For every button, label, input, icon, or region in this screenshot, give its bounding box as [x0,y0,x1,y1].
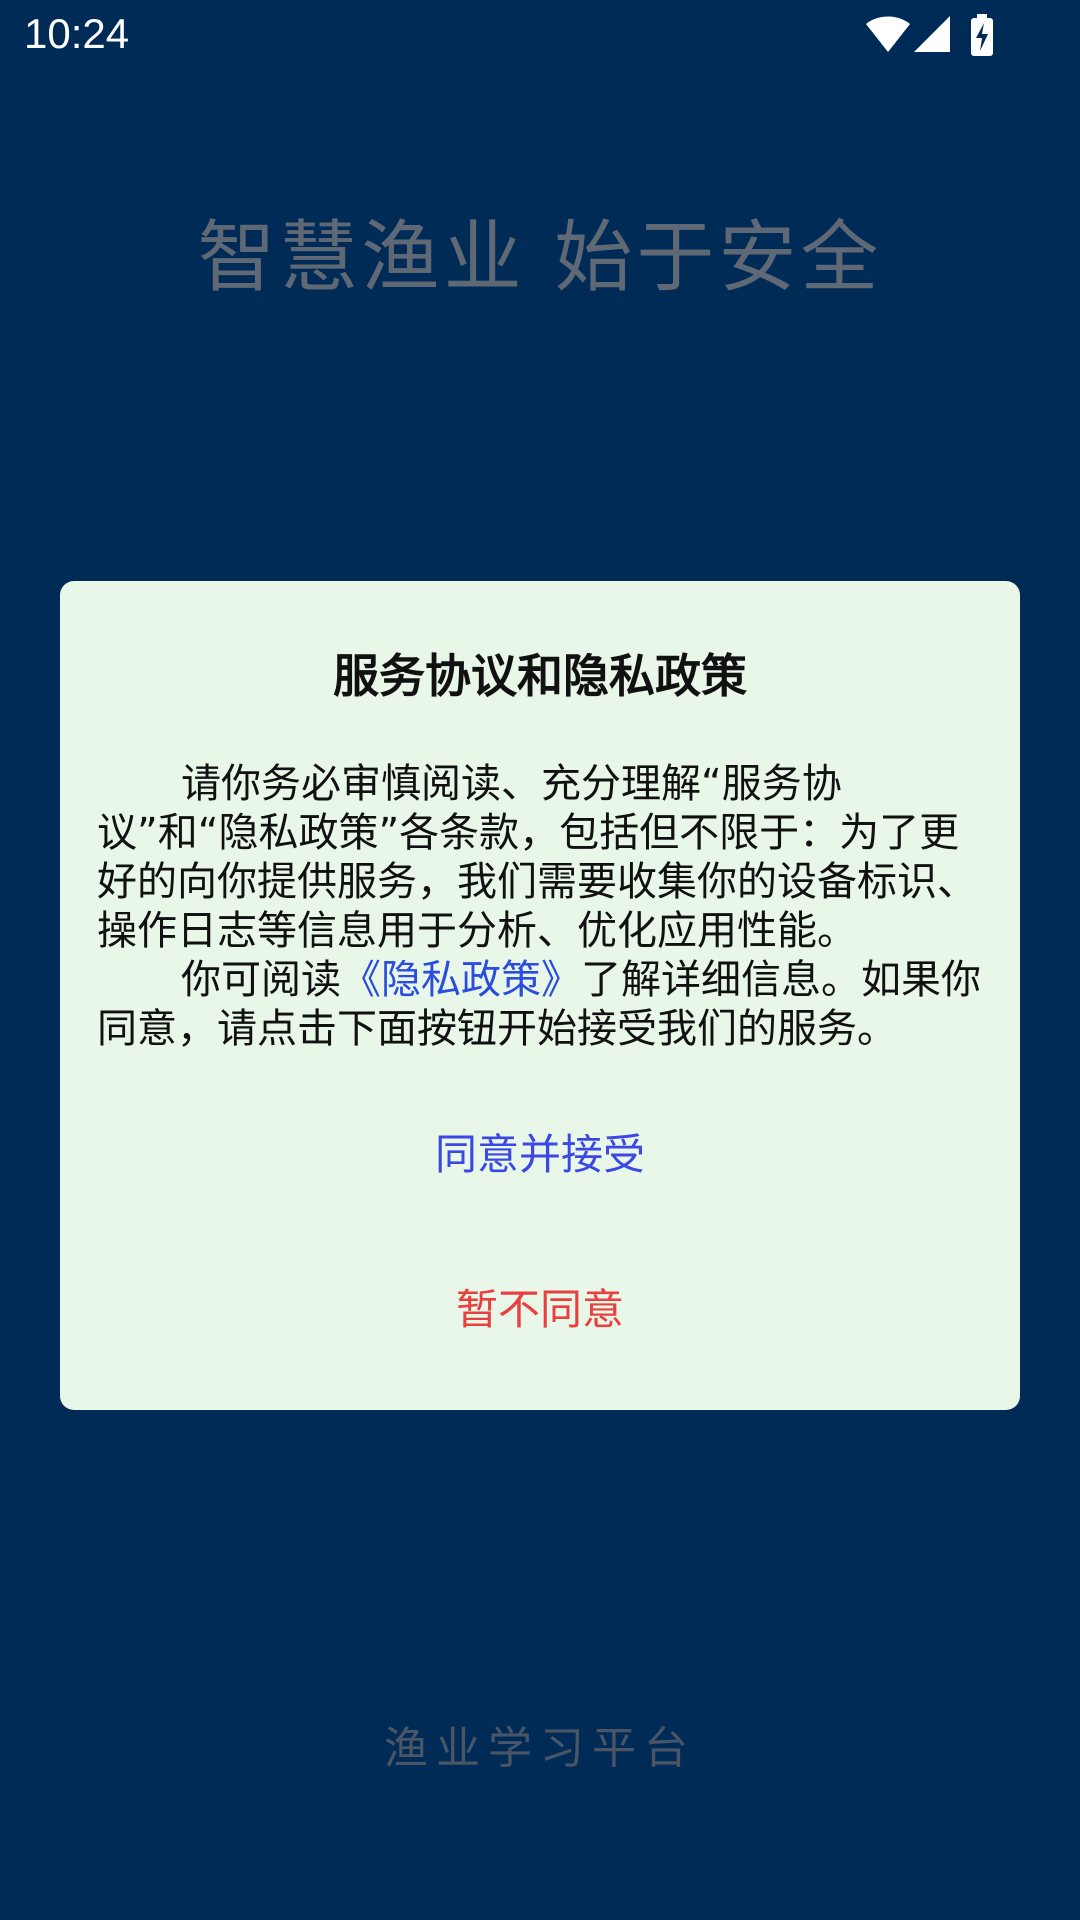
dialog-paragraph-2: 你可阅读《隐私政策》了解详细信息。如果你同意，请点击下面按钮开始接受我们的服务。 [97,956,987,1054]
cellular-signal-icon [914,16,950,52]
app-name-footer: 渔业学习平台 [384,1723,696,1774]
disagree-button[interactable]: 暂不同意 [340,1275,740,1345]
paragraph-2-prefix: 你可阅读 [181,957,341,1003]
status-bar: 10:24 [0,0,1080,72]
status-icons [860,14,1010,58]
dialog-title: 服务协议和隐私政策 [333,649,747,703]
agree-accept-button[interactable]: 同意并接受 [340,1120,740,1190]
privacy-policy-link[interactable]: 《隐私政策》 [341,957,581,1003]
dialog-paragraph-1: 请你务必审慎阅读、充分理解“服务协议”和“隐私政策”各条款，包括但不限于：为了更… [97,761,977,954]
splash-slogan: 智慧渔业 始于安全 [197,213,883,303]
battery-charging-icon [971,14,993,56]
status-time: 10:24 [24,10,130,57]
dialog-body: 请你务必审慎阅读、充分理解“服务协议”和“隐私政策”各条款，包括但不限于：为了更… [97,760,987,1054]
wifi-icon [866,16,910,52]
